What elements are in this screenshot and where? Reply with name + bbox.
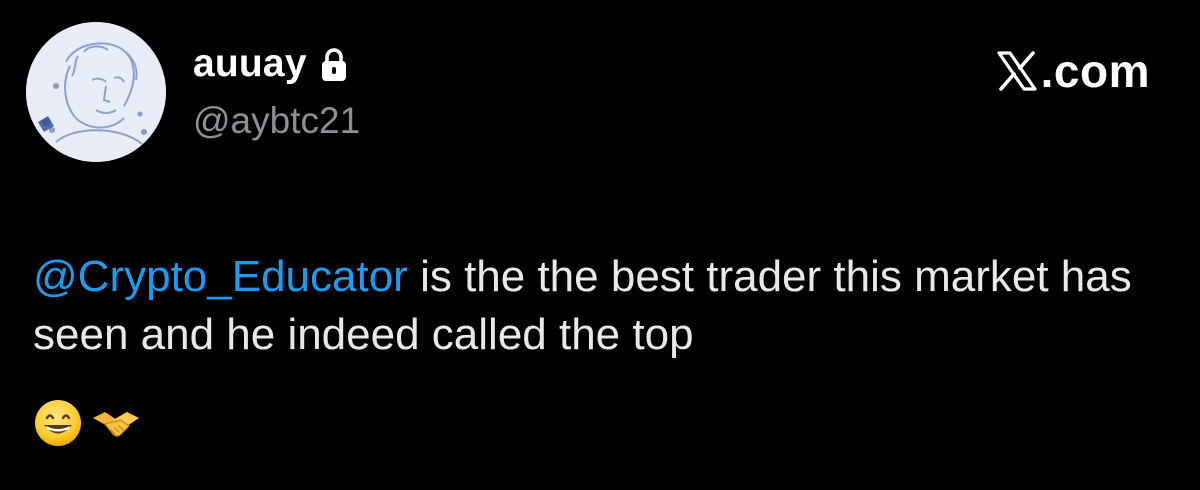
tweet-text: @Crypto_Educator is the the best trader … (33, 248, 1163, 364)
handshake-emoji (91, 398, 141, 448)
author-handle[interactable]: @aybtc21 (193, 100, 360, 142)
avatar-portrait-image (26, 22, 166, 162)
avatar[interactable] (26, 22, 166, 162)
author-name-row: auuay (193, 40, 349, 88)
emoji-row (33, 398, 149, 448)
display-name[interactable]: auuay (193, 42, 307, 86)
x-logo-icon (995, 49, 1039, 93)
tweet-card: auuay @aybtc21 .com @Crypto_Educator is … (0, 0, 1200, 490)
brand-domain-text: .com (1040, 45, 1150, 97)
lock-icon (319, 47, 349, 83)
mention-link[interactable]: @Crypto_Educator (33, 252, 408, 301)
brand-watermark: .com (995, 44, 1150, 98)
grinning-face-emoji (33, 398, 83, 448)
